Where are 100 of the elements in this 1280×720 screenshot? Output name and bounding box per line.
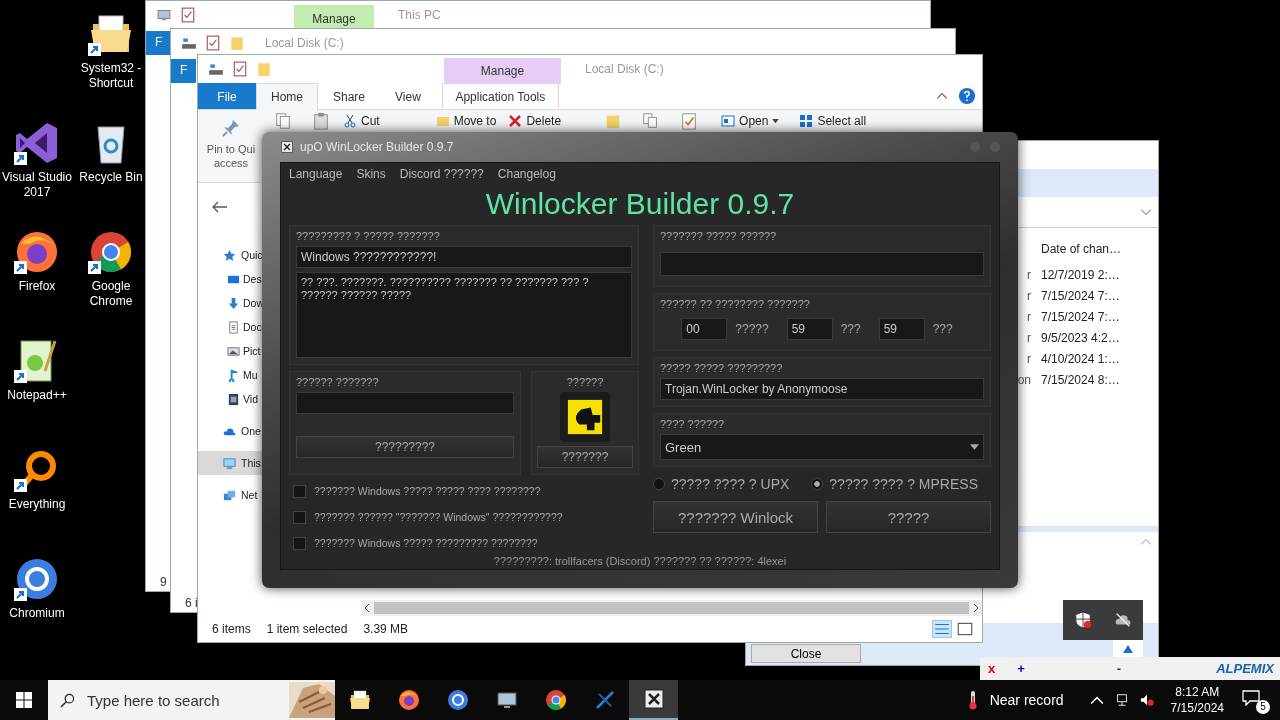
name-field[interactable]: Trojan.WinLocker by Anonymoose	[660, 378, 984, 400]
time-field[interactable]: 59	[878, 318, 925, 340]
back-arrow-icon[interactable]	[212, 201, 228, 213]
ribbon-tab[interactable]: Share	[318, 83, 381, 109]
shield-icon[interactable]	[1074, 611, 1092, 629]
weather-text[interactable]: Near record	[989, 692, 1064, 708]
help-icon[interactable]	[958, 87, 976, 105]
desktop-icon-label[interactable]: Notepad++	[1, 388, 73, 403]
collapse-ribbon-icon[interactable]	[936, 92, 948, 100]
delete-button[interactable]: Delete	[505, 112, 565, 130]
nav-item[interactable]: Mu	[198, 363, 263, 387]
nav-item[interactable]: Pict	[198, 339, 263, 363]
search-box[interactable]: Type here to search	[48, 680, 335, 720]
radio-button[interactable]	[811, 478, 824, 490]
browse-button[interactable]: ???????	[537, 446, 633, 468]
desktop-icon-label[interactable]: Everything	[1, 497, 73, 512]
taskbar-app[interactable]	[629, 680, 678, 720]
toolbar-button[interactable]: +	[1017, 661, 1025, 676]
desktop-icon-label[interactable]: Firefox	[1, 279, 73, 294]
menu-item[interactable]: Skins	[356, 167, 386, 181]
nav-item[interactable]: Vid	[198, 387, 263, 411]
drive-icon[interactable]	[208, 61, 224, 77]
start-icon[interactable]	[16, 692, 32, 708]
thermometer-icon[interactable]	[967, 690, 978, 710]
time-field[interactable]: 59	[786, 318, 833, 340]
ribbon-tab[interactable]: Application Tools	[441, 83, 559, 109]
details-view-icon[interactable]	[932, 620, 952, 638]
desktop-icon-label[interactable]: Google Chrome	[75, 279, 147, 309]
checklist-icon[interactable]	[680, 112, 699, 130]
generate-button[interactable]: ?????????	[296, 436, 514, 458]
table-cell-text: 9/5/2023 4:2…	[1040, 330, 1120, 345]
file-tab[interactable]: F	[171, 59, 197, 83]
nav-item[interactable]: Quic	[198, 243, 263, 267]
table-cell: r	[1027, 351, 1031, 366]
cut-button[interactable]: Cut	[340, 112, 383, 130]
time-field[interactable]: 00	[681, 318, 728, 340]
ribbon-tab[interactable]: Home	[256, 83, 318, 110]
message-field[interactable]: ?? ???. ???????. ?????????? ??????? ?? ??????? ??? ? ?????? ?????? ?????	[296, 272, 632, 358]
pin-icon[interactable]	[221, 118, 241, 138]
checklist-icon[interactable]	[232, 61, 248, 77]
toolbar-button[interactable]: x	[988, 661, 996, 676]
title-field[interactable]: Windows ????????????!	[296, 246, 632, 268]
clipboard-icon[interactable]	[312, 112, 330, 130]
grid-icon	[799, 114, 814, 128]
search-field[interactable]: Type here to search	[85, 690, 279, 710]
menu-item[interactable]: Changelog	[497, 167, 556, 181]
checkbox[interactable]	[293, 536, 306, 550]
notification-icon	[1242, 690, 1260, 706]
pin-to-quick-access-button[interactable]: Pin to Qui access	[206, 142, 256, 170]
caret-up-icon[interactable]	[1123, 644, 1133, 653]
file-tab[interactable]: F	[146, 31, 172, 55]
contextual-tab[interactable]: Manage	[294, 5, 374, 29]
radio-button[interactable]	[653, 478, 665, 490]
nav-item[interactable]: Des	[198, 267, 263, 291]
checkbox[interactable]	[293, 510, 306, 524]
menu-item[interactable]: Language	[289, 167, 343, 181]
window-title: Local Disk (C:)	[585, 62, 665, 76]
scroll-left-icon[interactable]	[364, 603, 370, 613]
menu-item[interactable]: Discord ??????	[399, 167, 484, 181]
skin-dropdown[interactable]: Green	[660, 434, 984, 460]
checkbox[interactable]	[293, 484, 306, 498]
speaker-muted-icon[interactable]	[1139, 693, 1154, 707]
nav-item[interactable]: One	[198, 419, 263, 443]
cloud-icon[interactable]	[1114, 611, 1132, 629]
table-cell: r	[1027, 288, 1031, 303]
clock[interactable]: 8:12 AM 7/15/2024	[1170, 684, 1224, 716]
nav-item[interactable]: Net	[198, 483, 263, 507]
action-button[interactable]: ?????	[826, 501, 991, 533]
toolbar-button[interactable]: -	[1116, 661, 1122, 676]
contextual-tab[interactable]: Manage	[444, 58, 561, 84]
desktop-icon-label[interactable]: Recycle Bin	[75, 170, 147, 185]
delete-icon	[508, 114, 523, 128]
desktop-icon-label[interactable]: System32 - Shortcut	[75, 61, 147, 91]
checklist-icon[interactable]	[180, 7, 196, 23]
select-all-button[interactable]: Select all	[796, 112, 870, 130]
download-arrow-icon	[227, 296, 240, 310]
close-button[interactable]: Close	[751, 644, 861, 663]
ribbon-tab[interactable]: View	[380, 83, 436, 109]
nav-item[interactable]: Doc	[198, 315, 263, 339]
tiles-view-icon[interactable]	[956, 621, 974, 637]
action-button[interactable]: ??????? Winlock	[653, 501, 818, 533]
drive-icon[interactable]	[181, 35, 197, 51]
nav-item[interactable]: This	[198, 451, 263, 475]
table-cell-text: 12/7/2019 2:…	[1040, 267, 1120, 282]
scrollbar-thumb[interactable]	[374, 602, 969, 614]
open-button[interactable]: Open	[718, 112, 783, 130]
password-field[interactable]	[296, 392, 514, 414]
skull-box-icon	[280, 140, 294, 154]
window-title: upO WinLocker Builder 0.9.7	[300, 140, 454, 154]
desktop-icon-label[interactable]: Visual Studio 2017	[1, 170, 73, 200]
file-tab[interactable]: File	[198, 83, 256, 109]
desktop-icon-label[interactable]: Chromium	[1, 606, 73, 621]
code-field[interactable]	[660, 252, 984, 276]
monitor-icon[interactable]	[156, 7, 172, 23]
column-header[interactable]: Date of chan…	[1031, 242, 1122, 256]
move-to-button[interactable]: Move to	[432, 112, 500, 130]
network-icon[interactable]	[1114, 693, 1129, 707]
copy-icon[interactable]	[274, 112, 292, 130]
checklist-icon[interactable]	[205, 35, 221, 51]
scroll-right-icon[interactable]	[973, 603, 979, 613]
